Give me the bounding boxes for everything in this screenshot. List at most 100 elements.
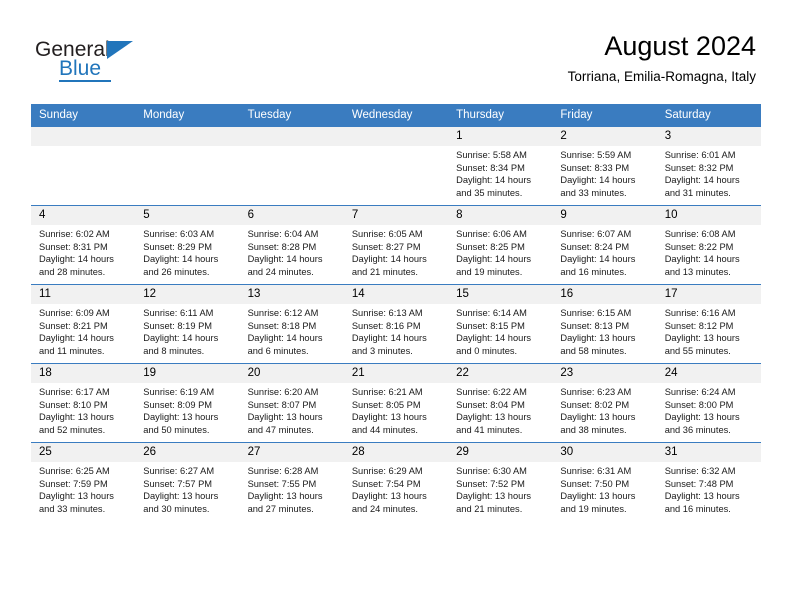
calendar-day-cell[interactable]: 22 Sunrise: 6:22 AM Sunset: 8:04 PM Dayligh… [448, 363, 553, 443]
calendar-day-cell[interactable]: 27 Sunrise: 6:28 AM Sunset: 7:55 PM Dayligh… [239, 442, 344, 521]
page-header: General Blue August 2024 Torriana, Emili… [0, 0, 792, 103]
sunrise-text: Sunrise: 6:20 AM [247, 387, 319, 397]
sunset-text: Sunset: 8:16 PM [351, 320, 421, 331]
day-number: 1 [448, 127, 553, 146]
day-details: Sunrise: 6:19 AM Sunset: 8:09 PM Daylight:… [135, 383, 239, 436]
calendar-day-cell[interactable]: 20 Sunrise: 6:20 AM Sunset: 8:07 PM Dayligh… [239, 363, 344, 443]
sunrise-text: Sunrise: 6:02 AM [39, 229, 110, 239]
sunset-text: Sunset: 7:54 PM [351, 478, 421, 489]
calendar-grid: Sunday Monday Tuesday Wednesday Thursday… [31, 104, 761, 521]
calendar-day-cell[interactable]: 6 Sunrise: 6:04 AM Sunset: 8:28 PM Daylight… [239, 205, 344, 285]
day-number: 28 [343, 443, 449, 462]
daylight-text-line1: Daylight: 13 hours [456, 412, 532, 423]
daylight-text-line1: Daylight: 14 hours [247, 254, 323, 265]
sunset-text: Sunset: 8:12 PM [664, 320, 734, 331]
daylight-text-line1: Daylight: 13 hours [351, 491, 427, 502]
calendar-day-cell[interactable]: 18 Sunrise: 6:17 AM Sunset: 8:10 PM Dayligh… [31, 363, 136, 443]
calendar-day-cell[interactable]: 28 Sunrise: 6:29 AM Sunset: 7:54 PM Dayligh… [343, 442, 449, 521]
calendar-day-cell[interactable]: 23 Sunrise: 6:23 AM Sunset: 8:02 PM Dayligh… [552, 363, 657, 443]
sunrise-text: Sunrise: 6:19 AM [143, 387, 215, 397]
day-details: Sunrise: 6:05 AM Sunset: 8:27 PM Daylight:… [344, 225, 448, 278]
daylight-text-line1: Daylight: 13 hours [664, 333, 740, 344]
day-number: 20 [239, 364, 344, 383]
calendar-day-cell[interactable]: 13 Sunrise: 6:12 AM Sunset: 8:18 PM Dayligh… [239, 284, 344, 364]
weekday-header-tuesday: Tuesday [239, 104, 344, 127]
calendar-day-cell[interactable]: 14 Sunrise: 6:13 AM Sunset: 8:16 PM Dayligh… [343, 284, 449, 364]
day-details: Sunrise: 5:59 AM Sunset: 8:33 PM Daylight:… [552, 146, 656, 199]
calendar-week-row: 4 Sunrise: 6:02 AM Sunset: 8:31 PM Daylight… [31, 205, 761, 285]
calendar-day-cell[interactable]: 10 Sunrise: 6:08 AM Sunset: 8:22 PM Dayligh… [656, 205, 761, 285]
sunset-text: Sunset: 8:33 PM [560, 162, 630, 173]
daylight-text-line1: Daylight: 14 hours [456, 333, 532, 344]
daylight-text-line1: Daylight: 14 hours [560, 175, 636, 186]
sunset-text: Sunset: 8:13 PM [560, 320, 630, 331]
calendar-day-cell[interactable]: 15 Sunrise: 6:14 AM Sunset: 8:15 PM Dayligh… [448, 284, 553, 364]
day-number: 25 [31, 443, 136, 462]
daylight-text-line1: Daylight: 13 hours [560, 412, 636, 423]
sunrise-text: Sunrise: 6:22 AM [456, 387, 527, 397]
calendar-day-cell[interactable]: 3 Sunrise: 6:01 AM Sunset: 8:32 PM Daylight… [656, 126, 761, 206]
day-details: Sunrise: 6:28 AM Sunset: 7:55 PM Daylight:… [240, 462, 344, 515]
general-blue-logo: General Blue [35, 38, 185, 88]
calendar-day-cell[interactable]: 1 Sunrise: 5:58 AM Sunset: 8:34 PM Daylight… [448, 126, 553, 206]
sunset-text: Sunset: 8:27 PM [351, 241, 421, 252]
daylight-text-line2: and 16 minutes. [560, 266, 627, 277]
daylight-text-line1: Daylight: 13 hours [247, 412, 323, 423]
calendar-day-cell[interactable]: 19 Sunrise: 6:19 AM Sunset: 8:09 PM Dayligh… [135, 363, 240, 443]
calendar-day-cell[interactable]: 11 Sunrise: 6:09 AM Sunset: 8:21 PM Dayligh… [31, 284, 136, 364]
sunrise-text: Sunrise: 6:07 AM [560, 229, 632, 239]
calendar-day-cell-empty [239, 126, 344, 206]
day-number: 15 [448, 285, 553, 304]
day-details: Sunrise: 6:01 AM Sunset: 8:32 PM Daylight:… [657, 146, 761, 199]
day-number: 29 [448, 443, 553, 462]
calendar-day-cell[interactable]: 29 Sunrise: 6:30 AM Sunset: 7:52 PM Dayligh… [448, 442, 553, 521]
calendar-day-cell[interactable]: 30 Sunrise: 6:31 AM Sunset: 7:50 PM Dayligh… [552, 442, 657, 521]
day-number: 11 [31, 285, 136, 304]
day-number: 21 [343, 364, 449, 383]
calendar-day-cell[interactable]: 17 Sunrise: 6:16 AM Sunset: 8:12 PM Dayligh… [656, 284, 761, 364]
calendar-day-cell[interactable]: 16 Sunrise: 6:15 AM Sunset: 8:13 PM Dayligh… [552, 284, 657, 364]
daylight-text-line2: and 19 minutes. [560, 503, 627, 514]
daylight-text-line2: and 47 minutes. [247, 424, 314, 435]
calendar-day-cell[interactable]: 25 Sunrise: 6:25 AM Sunset: 7:59 PM Dayligh… [31, 442, 136, 521]
sunrise-text: Sunrise: 6:28 AM [247, 466, 319, 476]
sunrise-text: Sunrise: 6:06 AM [456, 229, 527, 239]
day-number: 22 [448, 364, 553, 383]
day-number: 24 [656, 364, 761, 383]
sunset-text: Sunset: 7:57 PM [143, 478, 213, 489]
sunset-text: Sunset: 8:00 PM [664, 399, 734, 410]
day-number [135, 127, 240, 146]
daylight-text-line2: and 52 minutes. [39, 424, 106, 435]
calendar-day-cell[interactable]: 4 Sunrise: 6:02 AM Sunset: 8:31 PM Daylight… [31, 205, 136, 285]
daylight-text-line2: and 11 minutes. [39, 345, 105, 356]
sunrise-text: Sunrise: 6:01 AM [664, 150, 736, 160]
daylight-text-line2: and 28 minutes. [39, 266, 106, 277]
day-number: 4 [31, 206, 136, 225]
calendar-day-cell[interactable]: 8 Sunrise: 6:06 AM Sunset: 8:25 PM Daylight… [448, 205, 553, 285]
calendar-day-cell[interactable]: 5 Sunrise: 6:03 AM Sunset: 8:29 PM Daylight… [135, 205, 240, 285]
calendar-day-cell[interactable]: 21 Sunrise: 6:21 AM Sunset: 8:05 PM Dayligh… [343, 363, 449, 443]
sunrise-text: Sunrise: 6:09 AM [39, 308, 110, 318]
sunrise-text: Sunrise: 6:30 AM [456, 466, 527, 476]
calendar-day-cell[interactable]: 31 Sunrise: 6:32 AM Sunset: 7:48 PM Dayligh… [656, 442, 761, 521]
sunset-text: Sunset: 8:09 PM [143, 399, 213, 410]
sunset-text: Sunset: 8:05 PM [351, 399, 421, 410]
sunrise-text: Sunrise: 6:17 AM [39, 387, 110, 397]
daylight-text-line2: and 21 minutes. [456, 503, 523, 514]
calendar-day-cell-empty [31, 126, 136, 206]
calendar-day-cell[interactable]: 2 Sunrise: 5:59 AM Sunset: 8:33 PM Daylight… [552, 126, 657, 206]
sunset-text: Sunset: 8:19 PM [143, 320, 213, 331]
sunrise-text: Sunrise: 6:15 AM [560, 308, 632, 318]
calendar-day-cell[interactable]: 12 Sunrise: 6:11 AM Sunset: 8:19 PM Dayligh… [135, 284, 240, 364]
sunset-text: Sunset: 8:24 PM [560, 241, 630, 252]
sunrise-text: Sunrise: 6:23 AM [560, 387, 632, 397]
daylight-text-line2: and 33 minutes. [39, 503, 106, 514]
calendar-day-cell[interactable]: 24 Sunrise: 6:24 AM Sunset: 8:00 PM Dayligh… [656, 363, 761, 443]
day-number: 10 [656, 206, 761, 225]
day-number: 12 [135, 285, 240, 304]
calendar-day-cell[interactable]: 26 Sunrise: 6:27 AM Sunset: 7:57 PM Dayligh… [135, 442, 240, 521]
day-number: 23 [552, 364, 657, 383]
daylight-text-line2: and 58 minutes. [560, 345, 627, 356]
calendar-day-cell[interactable]: 9 Sunrise: 6:07 AM Sunset: 8:24 PM Daylight… [552, 205, 657, 285]
calendar-day-cell[interactable]: 7 Sunrise: 6:05 AM Sunset: 8:27 PM Daylight… [343, 205, 449, 285]
